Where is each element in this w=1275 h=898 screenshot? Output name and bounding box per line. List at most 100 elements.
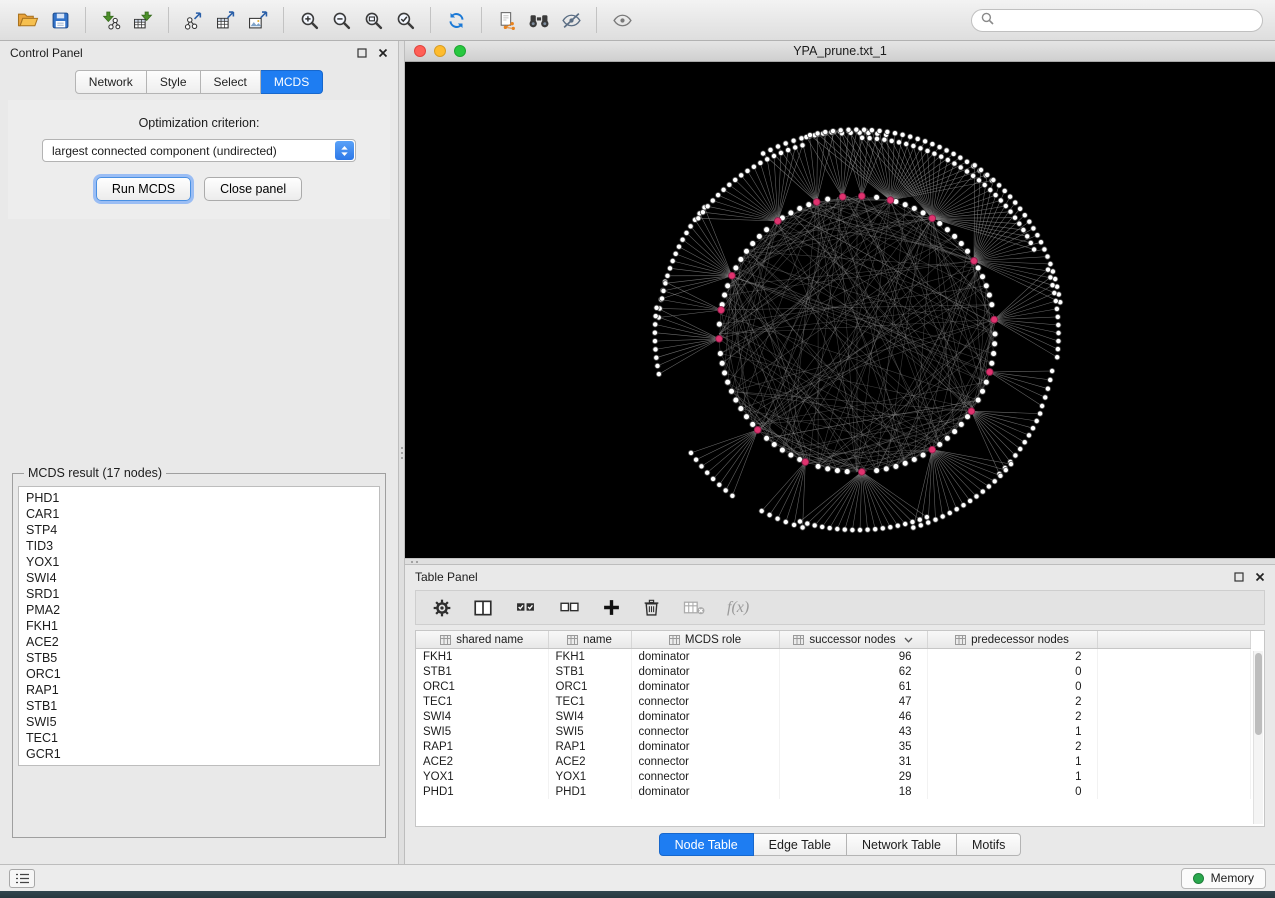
mcds-result-item[interactable]: TID3 xyxy=(26,538,372,554)
table-row[interactable]: FKH1FKH1dominator962 xyxy=(416,649,1251,665)
mcds-result-item[interactable]: STP4 xyxy=(26,522,372,538)
column-header-mcds-role[interactable]: MCDS role xyxy=(631,631,779,649)
zoom-in-icon xyxy=(300,11,319,30)
import-network-button[interactable] xyxy=(95,5,127,35)
close-icon[interactable] xyxy=(1255,572,1265,582)
clear-button[interactable] xyxy=(682,598,706,617)
window-minimize-icon[interactable] xyxy=(434,45,446,57)
column-header-successor-nodes[interactable]: successor nodes xyxy=(779,631,927,649)
task-history-button[interactable] xyxy=(9,869,35,888)
mcds-result-item[interactable]: TEC1 xyxy=(26,730,372,746)
export-image-button[interactable] xyxy=(242,5,274,35)
zoom-fit-button[interactable] xyxy=(357,5,389,35)
run-mcds-button[interactable]: Run MCDS xyxy=(96,177,191,201)
table-row[interactable]: PHD1PHD1dominator180 xyxy=(416,784,1251,799)
show-glyphs-button[interactable] xyxy=(606,5,638,35)
tab-mcds[interactable]: MCDS xyxy=(261,70,323,94)
tab-motifs[interactable]: Motifs xyxy=(957,833,1021,856)
cell-filler xyxy=(1097,664,1251,679)
clone-network-button[interactable] xyxy=(491,5,523,35)
zoom-selected-button[interactable] xyxy=(389,5,421,35)
zoom-out-icon xyxy=(332,11,351,30)
table-row[interactable]: SWI4SWI4dominator462 xyxy=(416,709,1251,724)
mcds-result-item[interactable]: PHD1 xyxy=(26,490,372,506)
table-row[interactable]: SWI5SWI5connector431 xyxy=(416,724,1251,739)
deselect-all-button[interactable] xyxy=(558,598,581,617)
tab-network[interactable]: Network xyxy=(75,70,147,94)
mcds-result-item[interactable]: ORC1 xyxy=(26,666,372,682)
search-binoculars-button[interactable] xyxy=(523,5,555,35)
horizontal-splitter[interactable] xyxy=(405,558,1275,565)
tab-style[interactable]: Style xyxy=(147,70,201,94)
close-panel-button[interactable]: Close panel xyxy=(204,177,302,201)
column-header-name[interactable]: name xyxy=(548,631,631,649)
mcds-result-item[interactable]: YOX1 xyxy=(26,554,372,570)
close-icon[interactable] xyxy=(378,48,388,58)
zoom-in-button[interactable] xyxy=(293,5,325,35)
function-builder-button[interactable]: f(x) xyxy=(727,599,749,617)
table-row[interactable]: STB1STB1dominator620 xyxy=(416,664,1251,679)
mcds-result-box: MCDS result (17 nodes) PHD1CAR1STP4TID3Y… xyxy=(12,466,386,838)
columns-icon xyxy=(473,598,493,618)
mcds-result-item[interactable]: SRD1 xyxy=(26,586,372,602)
table-row[interactable]: TEC1TEC1connector472 xyxy=(416,694,1251,709)
table-row[interactable]: ORC1ORC1dominator610 xyxy=(416,679,1251,694)
mcds-result-list[interactable]: PHD1CAR1STP4TID3YOX1SWI4SRD1PMA2FKH1ACE2… xyxy=(18,486,380,766)
table-scrollbar-thumb[interactable] xyxy=(1255,653,1262,735)
tab-select[interactable]: Select xyxy=(201,70,261,94)
column-header-shared-name[interactable]: shared name xyxy=(416,631,548,649)
optimization-select[interactable]: largest connected component (undirected) xyxy=(42,139,356,162)
toolbar-separator xyxy=(168,7,169,33)
refresh-button[interactable] xyxy=(440,5,472,35)
mcds-result-item[interactable]: SWI5 xyxy=(26,714,372,730)
mcds-result-item[interactable]: STB5 xyxy=(26,650,372,666)
export-table-button[interactable] xyxy=(210,5,242,35)
network-title: YPA_prune.txt_1 xyxy=(793,44,887,58)
float-icon[interactable] xyxy=(357,48,367,58)
columns-button[interactable] xyxy=(473,598,493,618)
window-close-icon[interactable] xyxy=(414,45,426,57)
table-row[interactable]: ACE2ACE2connector311 xyxy=(416,754,1251,769)
cell-filler xyxy=(1097,694,1251,709)
table-toolbar: f(x) xyxy=(415,590,1265,625)
search-input[interactable] xyxy=(1000,13,1253,27)
add-row-button[interactable] xyxy=(602,598,621,617)
memory-button[interactable]: Memory xyxy=(1181,868,1266,889)
cell-successor-nodes: 96 xyxy=(779,649,927,665)
window-zoom-icon[interactable] xyxy=(454,45,466,57)
table-row[interactable]: YOX1YOX1connector291 xyxy=(416,769,1251,784)
mcds-result-item[interactable]: SWI4 xyxy=(26,570,372,586)
hide-glyphs-button[interactable] xyxy=(555,5,587,35)
import-table-button[interactable] xyxy=(127,5,159,35)
save-button[interactable] xyxy=(44,5,76,35)
table-panel-header: Table Panel xyxy=(405,565,1275,589)
column-header-predecessor-nodes[interactable]: predecessor nodes xyxy=(927,631,1097,649)
mcds-result-item[interactable]: STB1 xyxy=(26,698,372,714)
delete-row-button[interactable] xyxy=(642,598,661,617)
export-network-button[interactable] xyxy=(178,5,210,35)
mcds-result-item[interactable]: PMA2 xyxy=(26,602,372,618)
network-titlebar[interactable]: YPA_prune.txt_1 xyxy=(405,41,1275,62)
application-window: Control Panel NetworkStyleSelectMCDS Opt… xyxy=(0,0,1275,898)
open-file-button[interactable] xyxy=(12,5,44,35)
float-icon[interactable] xyxy=(1234,572,1244,582)
cell-name: TEC1 xyxy=(548,694,631,709)
tab-node-table[interactable]: Node Table xyxy=(659,833,754,856)
column-grid-icon xyxy=(793,635,804,645)
table-scrollbar[interactable] xyxy=(1253,651,1263,824)
select-all-button[interactable] xyxy=(514,598,537,617)
mcds-result-item[interactable]: CAR1 xyxy=(26,506,372,522)
table-row[interactable]: RAP1RAP1dominator352 xyxy=(416,739,1251,754)
mcds-result-item[interactable]: GCR1 xyxy=(26,746,372,762)
mcds-result-item[interactable]: ACE2 xyxy=(26,634,372,650)
tab-edge-table[interactable]: Edge Table xyxy=(754,833,847,856)
cell-filler xyxy=(1097,649,1251,665)
vertical-splitter[interactable] xyxy=(398,41,405,864)
mcds-result-item[interactable]: RAP1 xyxy=(26,682,372,698)
network-canvas[interactable] xyxy=(405,62,1275,558)
zoom-out-button[interactable] xyxy=(325,5,357,35)
settings-button[interactable] xyxy=(432,598,452,618)
tab-network-table[interactable]: Network Table xyxy=(847,833,957,856)
open-file-icon xyxy=(17,11,39,30)
mcds-result-item[interactable]: FKH1 xyxy=(26,618,372,634)
